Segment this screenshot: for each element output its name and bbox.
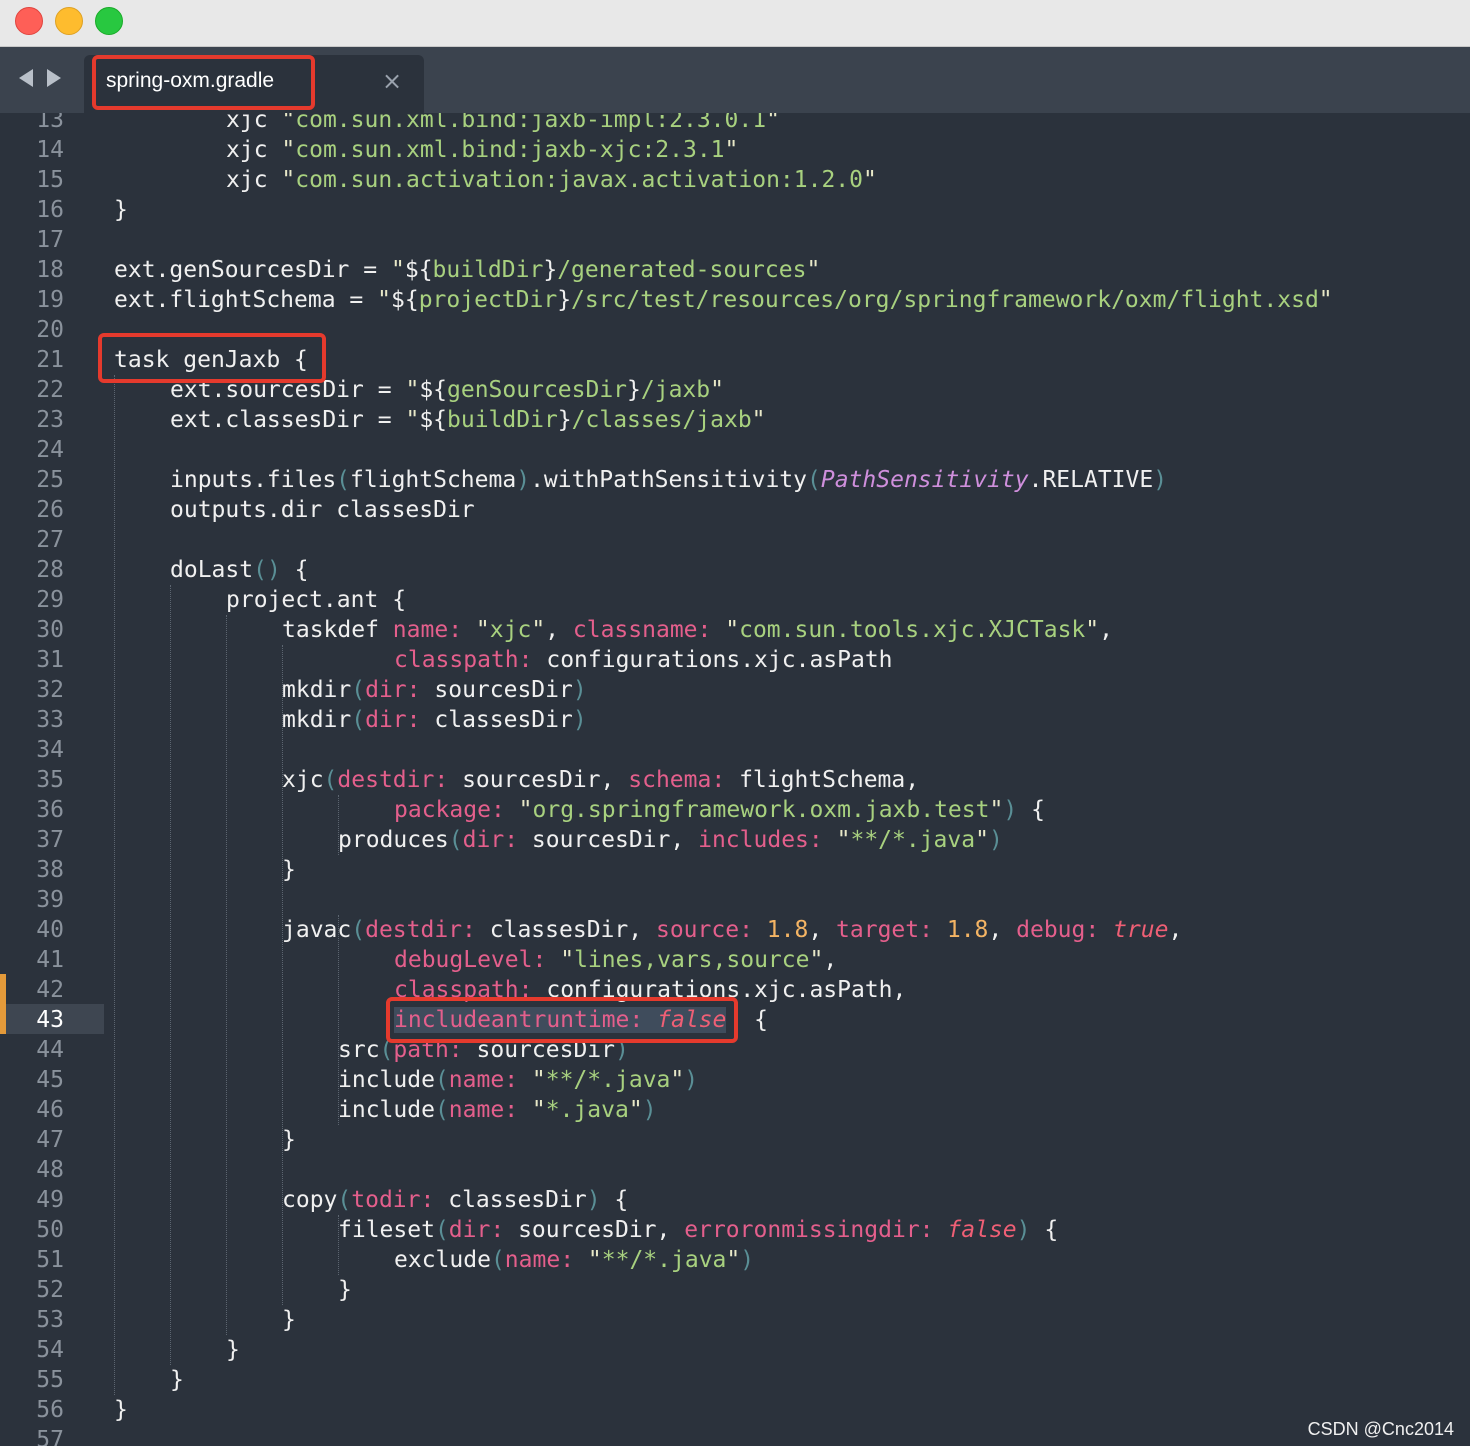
code-line: } [338,1277,352,1303]
code-line: } [282,1127,296,1153]
code-line: } [114,1397,128,1423]
line-number: 54 [36,1337,64,1363]
line-number: 50 [36,1217,64,1243]
arrow-right-icon[interactable] [46,67,62,89]
code-line: xjc "com.sun.xml.bind:jaxb-xjc:2.3.1" [226,137,739,163]
line-number: 19 [36,287,64,313]
zoom-window-button[interactable] [95,7,123,35]
line-number: 24 [36,437,64,463]
window-titlebar [0,0,1470,47]
code-line: classpath: configurations.xjc.asPath, [394,977,907,1003]
line-number: 20 [36,317,64,343]
code-editor[interactable]: 13 14 15 16 17 18 19 20 21 22 23 24 25 26 27 28 29 30 31 32… [0,113,1470,1446]
code-line: xjc "com.sun.activation:javax.activation… [226,167,877,193]
code-line: } [114,197,128,223]
code-line: } [282,857,296,883]
line-number: 25 [36,467,64,493]
code-line: exclude(name: "**/*.java") [394,1247,755,1273]
line-number: 48 [36,1157,64,1183]
tab-close-icon[interactable]: × [382,67,402,95]
line-number: 51 [36,1247,64,1273]
line-number: 31 [36,647,64,673]
code-line: copy(todir: classesDir) { [282,1187,629,1213]
line-number: 16 [36,197,64,223]
tab-label: spring-oxm.gradle [106,69,275,92]
line-number: 32 [36,677,64,703]
line-number: 43 [36,1007,64,1033]
code-line: taskdef name: "xjc", classname: "com.sun… [282,617,1113,643]
code-line: } [282,1307,296,1333]
code-line: include(name: "**/*.java") [338,1067,699,1093]
line-number: 34 [36,737,64,763]
close-window-button[interactable] [15,7,43,35]
line-number: 38 [36,857,64,883]
line-number: 15 [36,167,64,193]
code-line: include(name: "*.java") [338,1097,657,1123]
code-line: javac(destdir: classesDir, source: 1.8, … [282,917,1183,943]
code-line: fileset(dir: sourcesDir, erroronmissingd… [338,1217,1059,1243]
code-line: ext.genSourcesDir = "${buildDir}/generat… [114,257,821,283]
line-number: 42 [36,977,64,1003]
code-line: doLast() { [170,557,309,583]
line-number: 29 [36,587,64,613]
line-number: 14 [36,137,64,163]
line-number: 56 [36,1397,64,1423]
line-number: 47 [36,1127,64,1153]
line-number: 30 [36,617,64,643]
line-number: 36 [36,797,64,823]
line-number: 55 [36,1367,64,1393]
indent-guide [226,615,227,1335]
line-number: 52 [36,1277,64,1303]
code-line: mkdir(dir: classesDir) [282,707,587,733]
line-number: 49 [36,1187,64,1213]
code-line: outputs.dir classesDir [170,497,475,523]
line-number: 27 [36,527,64,553]
code-line: task genJaxb { [114,347,308,373]
code-line: classpath: configurations.xjc.asPath [394,647,893,673]
code-line: } [170,1367,184,1393]
line-number: 41 [36,947,64,973]
line-number: 18 [36,257,64,283]
line-number: 22 [36,377,64,403]
line-number: 39 [36,887,64,913]
line-number: 45 [36,1067,64,1093]
code-line: produces(dir: sourcesDir, includes: "**/… [338,827,1003,853]
line-number: 26 [36,497,64,523]
code-line: mkdir(dir: sourcesDir) [282,677,587,703]
code-line: project.ant { [226,587,407,613]
line-number: 35 [36,767,64,793]
line-number: 44 [36,1037,64,1063]
line-number: 33 [36,707,64,733]
code-line: xjc(destdir: sourcesDir, schema: flightS… [282,767,920,793]
line-number: 53 [36,1307,64,1333]
line-number: 57 [36,1427,64,1446]
tab-bar: spring-oxm.gradle × [0,47,1470,113]
indent-guide [114,375,115,1395]
code-line: debugLevel: "lines,vars,source", [394,947,838,973]
code-line: inputs.files(flightSchema).withPathSensi… [170,467,1168,493]
code-line: src(path: sourcesDir) [338,1037,629,1063]
tab-spring-oxm-gradle[interactable]: spring-oxm.gradle × [84,55,424,113]
line-number: 46 [36,1097,64,1123]
indent-guide [170,585,171,1365]
code-line: package: "org.springframework.oxm.jaxb.t… [394,797,1045,823]
minimize-window-button[interactable] [55,7,83,35]
watermark: CSDN @Cnc2014 [1307,1419,1454,1439]
code-line: ext.sourcesDir = "${genSourcesDir}/jaxb" [170,377,724,403]
line-number: 28 [36,557,64,583]
code-line: ext.classesDir = "${buildDir}/classes/ja… [170,407,766,433]
code-line: includeantruntime: false { [394,1007,768,1033]
line-number: 40 [36,917,64,943]
arrow-left-icon[interactable] [18,67,34,89]
line-number: 13 [36,113,64,133]
line-number: 21 [36,347,64,373]
line-number: 17 [36,227,64,253]
line-number: 23 [36,407,64,433]
code-line: ext.flightSchema = "${projectDir}/src/te… [114,287,1333,313]
code-line: xjc "com.sun.xml.bind:jaxb-impl:2.3.0.1" [226,113,780,133]
code-line: } [226,1337,240,1363]
line-number: 37 [36,827,64,853]
